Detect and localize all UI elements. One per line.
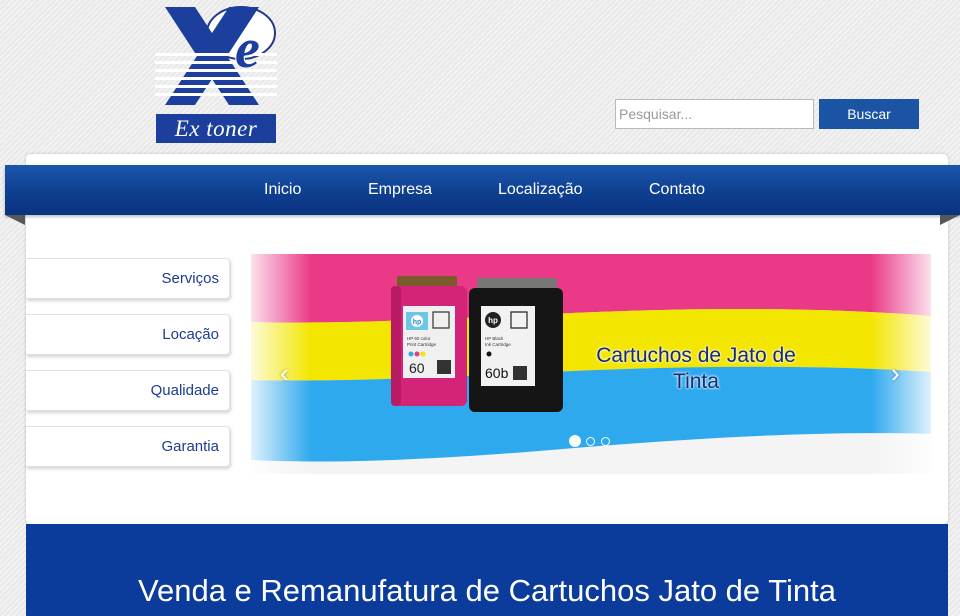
- svg-text:Print Cartridge: Print Cartridge: [407, 342, 437, 347]
- sidebar-item-garantia[interactable]: Garantia: [26, 426, 230, 467]
- nav-item-localizacao[interactable]: Localização: [498, 165, 583, 215]
- navbar-fold-left: [5, 215, 25, 225]
- banner-title: Venda e Remanufatura de Cartuchos Jato d…: [138, 573, 836, 608]
- search-input[interactable]: [615, 99, 814, 129]
- sidebar-item-servicos[interactable]: Serviços: [26, 258, 230, 299]
- svg-text:HP Black: HP Black: [485, 336, 504, 341]
- slider-dot-3[interactable]: [601, 437, 610, 446]
- main-navbar: [5, 165, 960, 215]
- slide-caption: Cartuchos de Jato de Tinta: [596, 344, 796, 393]
- slider-next-arrow[interactable]: ›: [891, 360, 900, 386]
- image-slider[interactable]: hp HP 60 color Print Cartridge 60 hp HP …: [251, 254, 931, 474]
- sidebar-item-locacao[interactable]: Locação: [26, 314, 230, 355]
- svg-text:60: 60: [409, 360, 425, 376]
- nav-item-inicio[interactable]: Inicio: [264, 165, 301, 215]
- svg-text:hp: hp: [488, 316, 498, 325]
- color-cartridge-image: hp HP 60 color Print Cartridge 60: [391, 276, 467, 406]
- logo[interactable]: e Ex toner: [155, 5, 277, 143]
- nav-item-contato[interactable]: Contato: [649, 165, 705, 215]
- search-button[interactable]: Buscar: [819, 99, 919, 129]
- slider-prev-arrow[interactable]: ‹: [280, 360, 289, 386]
- svg-text:HP 60 color: HP 60 color: [407, 336, 431, 341]
- svg-text:e: e: [235, 18, 260, 80]
- svg-text:hp: hp: [413, 319, 422, 326]
- slider-dot-1[interactable]: [569, 435, 581, 447]
- blue-banner: Venda e Remanufatura de Cartuchos Jato d…: [26, 524, 948, 616]
- nav-item-empresa[interactable]: Empresa: [368, 165, 432, 215]
- svg-text:Ink Cartridge: Ink Cartridge: [485, 342, 511, 347]
- navbar-fold-right: [940, 215, 960, 225]
- slider-dot-2[interactable]: [586, 437, 595, 446]
- black-cartridge-image: hp HP Black Ink Cartridge 60b: [469, 278, 563, 412]
- logo-text: Ex toner: [156, 114, 276, 143]
- ex-logo-icon: e: [155, 6, 277, 105]
- sidebar-item-qualidade[interactable]: Qualidade: [26, 370, 230, 411]
- svg-text:60b: 60b: [485, 365, 509, 381]
